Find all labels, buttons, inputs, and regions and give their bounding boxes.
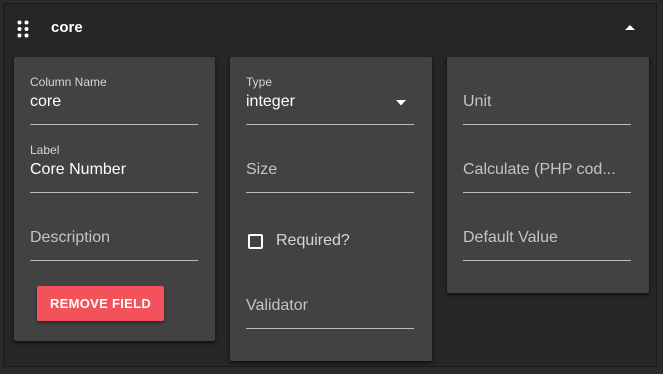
type-select[interactable]: Type integer [246, 75, 414, 125]
underline [30, 260, 198, 261]
column-name-field[interactable]: Column Name core [30, 75, 198, 125]
default-value-placeholder: Default Value [463, 229, 558, 246]
required-label: Required? [276, 232, 350, 249]
unit-placeholder: Unit [463, 93, 492, 110]
card-basic-info: Column Name core Label Core Number Descr… [14, 57, 215, 341]
column-name-value: core [30, 93, 62, 110]
underline [463, 124, 631, 125]
label-field-value: Core Number [30, 161, 127, 178]
remove-field-button[interactable]: REMOVE FIELD [37, 286, 164, 321]
chevron-up-icon[interactable] [623, 22, 637, 32]
underline [246, 192, 414, 193]
underline [246, 124, 414, 125]
dropdown-arrow-icon [396, 100, 406, 106]
default-value-field[interactable]: Default Value [463, 211, 631, 261]
column-name-label: Column Name [30, 75, 107, 89]
type-value: integer [246, 93, 295, 110]
validator-field[interactable]: Validator [246, 279, 414, 329]
card-extra-settings: Unit Calculate (PHP cod... Default Value [447, 57, 649, 293]
size-field[interactable]: Size [246, 143, 414, 193]
underline [246, 328, 414, 329]
description-field[interactable]: Description [30, 211, 198, 261]
description-placeholder: Description [30, 229, 111, 246]
field-panel: core Column Name core Label Core Number … [3, 3, 657, 367]
underline [463, 260, 631, 261]
required-checkbox-row[interactable]: Required? [248, 232, 350, 250]
label-field[interactable]: Label Core Number [30, 143, 198, 193]
calculate-placeholder: Calculate (PHP cod... [463, 161, 616, 178]
panel-header: core [4, 4, 656, 52]
underline [30, 192, 198, 193]
card-type-settings: Type integer Size Required? Validator [230, 57, 432, 361]
validator-placeholder: Validator [246, 297, 308, 314]
underline [463, 192, 631, 193]
panel-title: core [51, 19, 83, 36]
size-placeholder: Size [246, 161, 278, 178]
calculate-field[interactable]: Calculate (PHP cod... [463, 143, 631, 193]
type-label: Type [246, 75, 273, 89]
drag-handle-icon[interactable] [17, 20, 29, 38]
unit-field[interactable]: Unit [463, 75, 631, 125]
label-field-label: Label [30, 143, 60, 157]
underline [30, 124, 198, 125]
required-checkbox[interactable] [248, 233, 263, 249]
